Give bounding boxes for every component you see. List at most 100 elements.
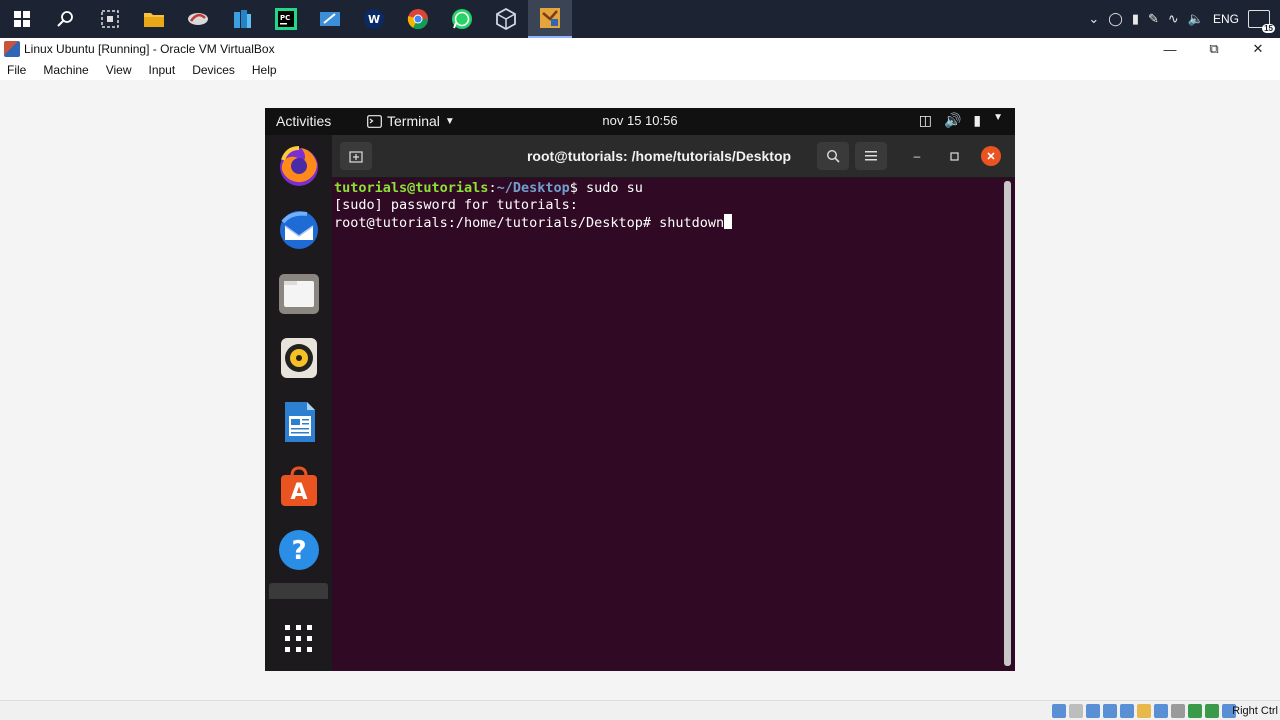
window-title: Linux Ubuntu [Running] - Oracle VM Virtu… bbox=[24, 42, 275, 56]
camera-icon[interactable]: ◯ bbox=[1108, 11, 1123, 27]
windows-taskbar: PC W ⌄ ◯ ▮ ✎ ∿ 🔈 ENG 15 bbox=[0, 0, 1280, 38]
virtualbox-logo-icon bbox=[4, 41, 20, 57]
hamburger-menu-button[interactable] bbox=[855, 142, 887, 170]
help-icon[interactable]: ? bbox=[277, 528, 321, 572]
menu-machine[interactable]: Machine bbox=[43, 63, 88, 77]
virtualbox-titlebar: Linux Ubuntu [Running] - Oracle VM Virtu… bbox=[0, 38, 1280, 60]
host-key-label: Right Ctrl bbox=[1232, 705, 1278, 717]
command-input: shutdown bbox=[659, 215, 725, 231]
network-icon: ◫ bbox=[918, 112, 932, 128]
svg-text:A: A bbox=[290, 480, 307, 505]
mouse-integration-icon[interactable] bbox=[1205, 704, 1219, 718]
ubuntu-guest-screen[interactable]: Activities Terminal ▼ nov 15 10:56 ◫ 🔊 ▮… bbox=[265, 108, 1015, 671]
windows-start-icon[interactable] bbox=[0, 0, 44, 38]
svg-text:?: ? bbox=[291, 536, 306, 566]
minimize-button[interactable]: – bbox=[905, 142, 929, 170]
app-icon[interactable] bbox=[308, 0, 352, 38]
volume-icon[interactable]: 🔈 bbox=[1188, 11, 1204, 27]
display-icon[interactable] bbox=[1154, 704, 1168, 718]
terminal-output[interactable]: tutorials@tutorials:~/Desktop$ sudo su [s… bbox=[332, 178, 1015, 671]
hard-disk-icon[interactable] bbox=[1052, 704, 1066, 718]
volume-icon: 🔊 bbox=[943, 112, 962, 128]
file-explorer-icon[interactable] bbox=[132, 0, 176, 38]
caret-down-icon: ▼ bbox=[444, 115, 455, 127]
search-icon[interactable] bbox=[44, 0, 88, 38]
show-applications-icon[interactable] bbox=[277, 617, 321, 661]
menu-view[interactable]: View bbox=[106, 63, 132, 77]
video-capture-icon[interactable] bbox=[1171, 704, 1185, 718]
activities-button[interactable]: Activities bbox=[276, 113, 331, 129]
hamburger-icon bbox=[865, 151, 877, 161]
thunderbird-icon[interactable] bbox=[277, 208, 321, 252]
caret-down-icon: ▼ bbox=[993, 112, 1003, 123]
chevron-up-icon[interactable]: ⌄ bbox=[1088, 11, 1099, 27]
cpu-icon[interactable] bbox=[1188, 704, 1202, 718]
virtualbox-app-icon[interactable] bbox=[484, 0, 528, 38]
maximize-icon bbox=[949, 151, 959, 161]
app-icon[interactable]: W bbox=[352, 0, 396, 38]
notification-icon[interactable]: 15 bbox=[1248, 10, 1275, 33]
battery-icon: ▮ bbox=[973, 112, 982, 128]
minimize-icon[interactable]: — bbox=[1148, 38, 1192, 60]
audio-icon[interactable] bbox=[1086, 704, 1100, 718]
virtualbox-menubar: File Machine View Input Devices Help bbox=[0, 60, 1280, 80]
terminal-line: [sudo] password for tutorials: bbox=[334, 197, 1015, 214]
terminal-header-bar: root@tutorials: /home/tutorials/Desktop … bbox=[332, 135, 1015, 178]
prompt-user: tutorials@tutorials bbox=[334, 180, 489, 196]
ubuntu-dock: A ? bbox=[265, 135, 332, 671]
gnome-top-bar: Activities Terminal ▼ nov 15 10:56 ◫ 🔊 ▮… bbox=[265, 108, 1015, 135]
menu-file[interactable]: File bbox=[7, 63, 26, 77]
app-icon[interactable] bbox=[220, 0, 264, 38]
language-indicator[interactable]: ENG bbox=[1213, 12, 1239, 26]
rhythmbox-icon[interactable] bbox=[277, 336, 321, 380]
app-menu[interactable]: Terminal ▼ bbox=[367, 113, 455, 129]
search-button[interactable] bbox=[817, 142, 849, 170]
optical-drive-icon[interactable] bbox=[1069, 704, 1083, 718]
status-menu[interactable]: ◫ 🔊 ▮ ▼ bbox=[919, 112, 1003, 129]
microphone-icon[interactable]: ▮ bbox=[1132, 11, 1139, 27]
search-icon bbox=[826, 149, 840, 163]
notification-count: 15 bbox=[1262, 24, 1275, 33]
svg-text:PC: PC bbox=[280, 14, 290, 22]
firefox-icon[interactable] bbox=[277, 144, 321, 188]
root-prompt: root@tutorials:/home/tutorials/Desktop# bbox=[334, 215, 660, 231]
minimize-icon: – bbox=[913, 149, 921, 163]
virtualbox-vm-icon[interactable] bbox=[528, 0, 572, 38]
dock-separator bbox=[269, 583, 328, 599]
prompt-path: ~/Desktop bbox=[496, 180, 570, 196]
close-icon[interactable]: ✕ bbox=[1236, 38, 1280, 60]
maximize-button[interactable] bbox=[942, 142, 966, 170]
svg-text:W: W bbox=[368, 13, 380, 26]
menu-input[interactable]: Input bbox=[149, 63, 176, 77]
network-icon[interactable] bbox=[1103, 704, 1117, 718]
whatsapp-icon[interactable] bbox=[440, 0, 484, 38]
usb-icon[interactable] bbox=[1120, 704, 1134, 718]
sudo-prompt: [sudo] password for tutorials: bbox=[334, 197, 578, 213]
restore-icon[interactable]: ⧉ bbox=[1192, 38, 1236, 60]
ubuntu-software-icon[interactable]: A bbox=[277, 464, 321, 508]
snip-tool-icon[interactable] bbox=[88, 0, 132, 38]
virtualbox-statusbar: Right Ctrl bbox=[0, 700, 1280, 720]
system-tray: ⌄ ◯ ▮ ✎ ∿ 🔈 ENG 15 bbox=[1088, 0, 1280, 38]
menu-devices[interactable]: Devices bbox=[192, 63, 235, 77]
terminal-title: root@tutorials: /home/tutorials/Desktop bbox=[526, 148, 792, 164]
terminal-line: root@tutorials:/home/tutorials/Desktop# … bbox=[334, 214, 1015, 232]
close-button[interactable] bbox=[981, 146, 1001, 166]
app-icon[interactable] bbox=[176, 0, 220, 38]
text-cursor bbox=[724, 214, 733, 229]
wifi-icon[interactable]: ∿ bbox=[1168, 11, 1179, 27]
terminal-line: tutorials@tutorials:~/Desktop$ sudo su bbox=[334, 180, 1015, 197]
files-icon[interactable] bbox=[277, 272, 321, 316]
close-icon bbox=[987, 152, 995, 160]
command-text: $ sudo su bbox=[569, 180, 643, 196]
chrome-icon[interactable] bbox=[396, 0, 440, 38]
terminal-scrollbar[interactable] bbox=[1004, 181, 1011, 666]
pen-icon[interactable]: ✎ bbox=[1148, 11, 1159, 27]
app-menu-label: Terminal bbox=[387, 113, 440, 129]
shared-folders-icon[interactable] bbox=[1137, 704, 1151, 718]
prompt-separator: : bbox=[488, 180, 497, 196]
menu-help[interactable]: Help bbox=[252, 63, 277, 77]
libreoffice-writer-icon[interactable] bbox=[277, 400, 321, 444]
pycharm-icon[interactable]: PC bbox=[264, 0, 308, 38]
terminal-icon bbox=[367, 114, 382, 128]
